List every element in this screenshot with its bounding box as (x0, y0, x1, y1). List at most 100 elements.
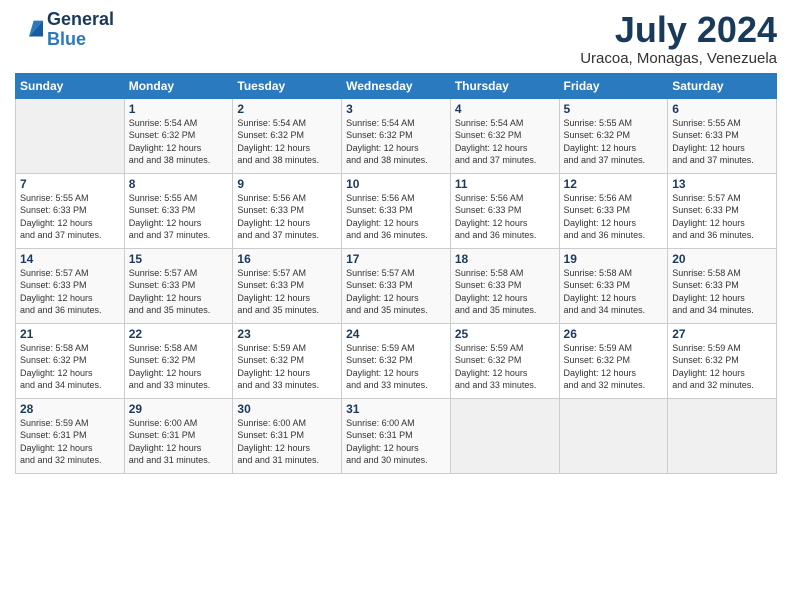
week-row-4: 21Sunrise: 5:58 AMSunset: 6:32 PMDayligh… (16, 323, 777, 398)
day-number: 2 (237, 102, 337, 116)
day-info: Sunrise: 5:59 AMSunset: 6:32 PMDaylight:… (455, 342, 555, 392)
day-number: 14 (20, 252, 120, 266)
day-info: Sunrise: 5:54 AMSunset: 6:32 PMDaylight:… (237, 117, 337, 167)
day-info: Sunrise: 6:00 AMSunset: 6:31 PMDaylight:… (346, 417, 446, 467)
location: Uracoa, Monagas, Venezuela (580, 50, 777, 67)
logo-text: General Blue (47, 10, 114, 50)
calendar-cell: 21Sunrise: 5:58 AMSunset: 6:32 PMDayligh… (16, 323, 125, 398)
day-header-thursday: Thursday (450, 73, 559, 98)
calendar-cell: 16Sunrise: 5:57 AMSunset: 6:33 PMDayligh… (233, 248, 342, 323)
calendar-cell (450, 398, 559, 473)
day-info: Sunrise: 5:54 AMSunset: 6:32 PMDaylight:… (455, 117, 555, 167)
day-number: 5 (564, 102, 664, 116)
calendar-cell: 4Sunrise: 5:54 AMSunset: 6:32 PMDaylight… (450, 98, 559, 173)
week-row-5: 28Sunrise: 5:59 AMSunset: 6:31 PMDayligh… (16, 398, 777, 473)
day-number: 25 (455, 327, 555, 341)
week-row-3: 14Sunrise: 5:57 AMSunset: 6:33 PMDayligh… (16, 248, 777, 323)
logo-blue: Blue (47, 30, 114, 50)
day-number: 19 (564, 252, 664, 266)
day-number: 27 (672, 327, 772, 341)
day-number: 7 (20, 177, 120, 191)
main-container: General Blue July 2024 Uracoa, Monagas, … (0, 0, 792, 484)
day-number: 28 (20, 402, 120, 416)
day-number: 4 (455, 102, 555, 116)
calendar-cell: 1Sunrise: 5:54 AMSunset: 6:32 PMDaylight… (124, 98, 233, 173)
day-info: Sunrise: 5:59 AMSunset: 6:31 PMDaylight:… (20, 417, 120, 467)
calendar-table: SundayMondayTuesdayWednesdayThursdayFrid… (15, 73, 777, 474)
calendar-cell: 13Sunrise: 5:57 AMSunset: 6:33 PMDayligh… (668, 173, 777, 248)
day-info: Sunrise: 5:56 AMSunset: 6:33 PMDaylight:… (237, 192, 337, 242)
day-number: 23 (237, 327, 337, 341)
calendar-cell: 19Sunrise: 5:58 AMSunset: 6:33 PMDayligh… (559, 248, 668, 323)
logo-general: General (47, 10, 114, 30)
day-number: 6 (672, 102, 772, 116)
calendar-cell: 20Sunrise: 5:58 AMSunset: 6:33 PMDayligh… (668, 248, 777, 323)
day-info: Sunrise: 5:55 AMSunset: 6:33 PMDaylight:… (672, 117, 772, 167)
calendar-cell: 8Sunrise: 5:55 AMSunset: 6:33 PMDaylight… (124, 173, 233, 248)
day-info: Sunrise: 5:59 AMSunset: 6:32 PMDaylight:… (564, 342, 664, 392)
calendar-cell: 12Sunrise: 5:56 AMSunset: 6:33 PMDayligh… (559, 173, 668, 248)
calendar-cell: 17Sunrise: 5:57 AMSunset: 6:33 PMDayligh… (342, 248, 451, 323)
day-number: 12 (564, 177, 664, 191)
calendar-cell: 5Sunrise: 5:55 AMSunset: 6:32 PMDaylight… (559, 98, 668, 173)
day-info: Sunrise: 5:54 AMSunset: 6:32 PMDaylight:… (346, 117, 446, 167)
day-info: Sunrise: 5:57 AMSunset: 6:33 PMDaylight:… (237, 267, 337, 317)
day-number: 26 (564, 327, 664, 341)
calendar-cell: 3Sunrise: 5:54 AMSunset: 6:32 PMDaylight… (342, 98, 451, 173)
calendar-cell (559, 398, 668, 473)
day-info: Sunrise: 5:56 AMSunset: 6:33 PMDaylight:… (455, 192, 555, 242)
day-number: 29 (129, 402, 229, 416)
calendar-cell: 14Sunrise: 5:57 AMSunset: 6:33 PMDayligh… (16, 248, 125, 323)
day-number: 22 (129, 327, 229, 341)
day-number: 13 (672, 177, 772, 191)
header: General Blue July 2024 Uracoa, Monagas, … (15, 10, 777, 67)
day-info: Sunrise: 5:57 AMSunset: 6:33 PMDaylight:… (672, 192, 772, 242)
day-info: Sunrise: 6:00 AMSunset: 6:31 PMDaylight:… (237, 417, 337, 467)
day-info: Sunrise: 5:57 AMSunset: 6:33 PMDaylight:… (346, 267, 446, 317)
day-info: Sunrise: 5:54 AMSunset: 6:32 PMDaylight:… (129, 117, 229, 167)
day-info: Sunrise: 5:59 AMSunset: 6:32 PMDaylight:… (237, 342, 337, 392)
day-info: Sunrise: 5:58 AMSunset: 6:33 PMDaylight:… (455, 267, 555, 317)
day-number: 16 (237, 252, 337, 266)
day-number: 3 (346, 102, 446, 116)
day-info: Sunrise: 5:58 AMSunset: 6:33 PMDaylight:… (564, 267, 664, 317)
day-number: 24 (346, 327, 446, 341)
day-number: 31 (346, 402, 446, 416)
day-info: Sunrise: 5:59 AMSunset: 6:32 PMDaylight:… (672, 342, 772, 392)
day-number: 21 (20, 327, 120, 341)
calendar-cell: 27Sunrise: 5:59 AMSunset: 6:32 PMDayligh… (668, 323, 777, 398)
day-info: Sunrise: 5:58 AMSunset: 6:32 PMDaylight:… (129, 342, 229, 392)
calendar-cell: 11Sunrise: 5:56 AMSunset: 6:33 PMDayligh… (450, 173, 559, 248)
calendar-cell (668, 398, 777, 473)
week-row-1: 1Sunrise: 5:54 AMSunset: 6:32 PMDaylight… (16, 98, 777, 173)
day-number: 9 (237, 177, 337, 191)
day-info: Sunrise: 5:57 AMSunset: 6:33 PMDaylight:… (20, 267, 120, 317)
calendar-cell (16, 98, 125, 173)
day-info: Sunrise: 6:00 AMSunset: 6:31 PMDaylight:… (129, 417, 229, 467)
day-info: Sunrise: 5:56 AMSunset: 6:33 PMDaylight:… (564, 192, 664, 242)
day-number: 1 (129, 102, 229, 116)
day-info: Sunrise: 5:55 AMSunset: 6:33 PMDaylight:… (129, 192, 229, 242)
day-header-friday: Friday (559, 73, 668, 98)
header-row: SundayMondayTuesdayWednesdayThursdayFrid… (16, 73, 777, 98)
day-info: Sunrise: 5:57 AMSunset: 6:33 PMDaylight:… (129, 267, 229, 317)
day-number: 17 (346, 252, 446, 266)
day-number: 11 (455, 177, 555, 191)
day-info: Sunrise: 5:55 AMSunset: 6:32 PMDaylight:… (564, 117, 664, 167)
day-number: 10 (346, 177, 446, 191)
title-section: July 2024 Uracoa, Monagas, Venezuela (580, 10, 777, 67)
week-row-2: 7 Sunrise: 5:55 AMSunset: 6:33 PMDaylight… (16, 173, 777, 248)
calendar-cell: 18Sunrise: 5:58 AMSunset: 6:33 PMDayligh… (450, 248, 559, 323)
logo-icon (15, 16, 43, 44)
month-year: July 2024 (580, 10, 777, 50)
calendar-cell: 24Sunrise: 5:59 AMSunset: 6:32 PMDayligh… (342, 323, 451, 398)
calendar-cell: 15Sunrise: 5:57 AMSunset: 6:33 PMDayligh… (124, 248, 233, 323)
day-header-tuesday: Tuesday (233, 73, 342, 98)
calendar-cell: 9Sunrise: 5:56 AMSunset: 6:33 PMDaylight… (233, 173, 342, 248)
day-header-sunday: Sunday (16, 73, 125, 98)
day-number: 30 (237, 402, 337, 416)
day-info: Sunrise: 5:59 AMSunset: 6:32 PMDaylight:… (346, 342, 446, 392)
day-info: Sunrise: 5:56 AMSunset: 6:33 PMDaylight:… (346, 192, 446, 242)
logo: General Blue (15, 10, 114, 50)
day-info: Sunrise: 5:58 AMSunset: 6:32 PMDaylight:… (20, 342, 120, 392)
